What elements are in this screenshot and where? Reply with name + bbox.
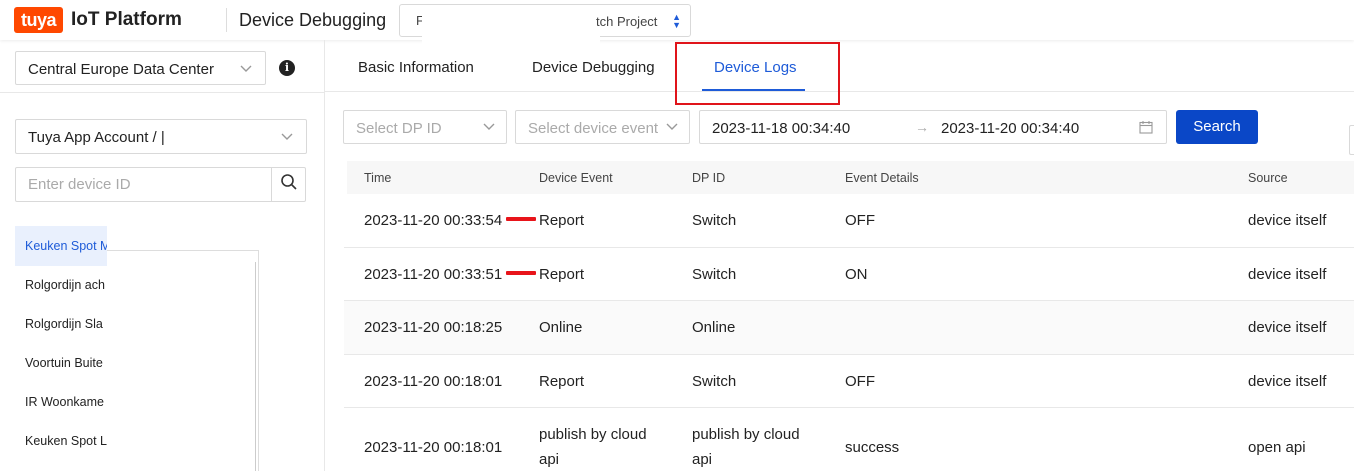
table-row[interactable]: 2023-11-20 00:18:01 Report Switch OFF de… [344,355,1354,408]
highlight-annotation [675,42,840,105]
account-select[interactable]: Tuya App Account / | [15,119,307,154]
chevron-down-icon [280,129,294,146]
column-header-source: Source [1248,171,1288,185]
logo-text: IoT Platform [71,9,182,30]
end-time[interactable]: 2023-11-20 00:34:40 [941,120,1079,137]
device-list: Keuken Spot M Rolgordijn ach Rolgordijn … [15,226,107,461]
cell-event: Report [539,373,585,390]
device-item[interactable]: IR Woonkame [15,383,107,422]
data-center-value: Central Europe Data Center [28,61,214,78]
device-item[interactable]: Rolgordijn Sla [15,305,107,344]
redaction-mark [506,271,536,275]
date-range-picker[interactable]: 2023-11-18 00:34:40 → 2023-11-20 00:34:4… [699,110,1167,144]
device-item[interactable]: Rolgordijn ach [15,266,107,305]
device-item[interactable]: Keuken Spot M [15,226,107,266]
cell-time: 2023-11-20 00:33:54 [364,212,503,229]
cell-source: device itself [1248,212,1327,229]
cell-event: publish by cloud api [539,426,647,468]
logo-brand: tuya [14,7,64,33]
table-row[interactable]: 2023-11-20 00:33:54 Report Switch OFF de… [344,194,1354,248]
table-row[interactable]: 2023-11-20 00:18:01 publish by cloud api… [344,408,1354,471]
sidebar-border [324,40,325,471]
table-row[interactable]: 2023-11-20 00:33:51 Report Switch ON dev… [344,248,1354,301]
edge-button[interactable] [1349,125,1354,155]
redaction-mask [422,5,600,49]
search-button[interactable]: Search [1176,110,1258,144]
sidebar-divider [0,92,324,93]
start-time[interactable]: 2023-11-18 00:34:40 [712,120,850,137]
arrow-right-icon: → [915,119,929,135]
project-select-value: tch Project [596,14,658,29]
cell-dp-id: Online [692,319,736,336]
device-list-scrollbar[interactable] [255,262,256,471]
table-row[interactable]: 2023-11-20 00:18:25 Online Online device… [344,301,1354,355]
device-item[interactable]: Voortuin Buite [15,344,107,383]
account-select-value: Tuya App Account / | [28,129,165,146]
search-icon [280,173,298,196]
tab-basic-information[interactable]: Basic Information [358,59,474,76]
column-header-time: Time [364,171,392,185]
table-header: Time Device Event DP ID Event Details So… [347,161,1354,194]
cell-event: Report [539,266,585,283]
device-event-placeholder: Select device event [528,120,659,137]
page-title: Device Debugging [239,10,387,30]
cell-time: 2023-11-20 00:18:01 [364,373,503,390]
column-header-device-event: Device Event [539,171,613,185]
chevron-down-icon [239,61,253,78]
column-header-event-details: Event Details [845,171,919,185]
sort-arrows-icon: ▲ ▼ [672,12,681,30]
cell-time: 2023-11-20 00:33:51 [364,266,503,283]
dp-id-select[interactable]: Select DP ID [343,110,507,144]
device-event-select[interactable]: Select device event [515,110,690,144]
cell-dp-id: Switch [692,266,737,283]
device-id-input[interactable] [16,168,272,201]
chevron-down-icon [482,119,496,136]
cell-time: 2023-11-20 00:18:25 [364,319,503,336]
cell-dp-id: Switch [692,373,737,390]
top-bar: tuya IoT Platform Device Debugging F tch… [0,0,1354,49]
project-select[interactable]: F tch Project ▲ ▼ [399,4,691,49]
device-item[interactable]: Keuken Spot L [15,422,107,461]
data-center-select[interactable]: Central Europe Data Center [15,51,266,85]
search-button[interactable] [271,168,305,201]
header-divider [226,8,227,32]
tab-device-debugging[interactable]: Device Debugging [532,59,655,76]
chevron-down-icon [665,119,679,136]
cell-details: OFF [845,212,875,229]
redaction-mask [182,121,282,152]
cell-details: success [845,439,900,456]
cell-details: OFF [845,373,875,390]
tuya-logo[interactable]: tuya IoT Platform [14,7,182,33]
cell-time: 2023-11-20 00:18:01 [364,439,503,456]
info-icon[interactable]: i [279,60,295,76]
cell-dp-id: Switch [692,212,737,229]
cell-source: device itself [1248,266,1327,283]
dp-id-placeholder: Select DP ID [356,120,442,137]
cell-event: Report [539,212,585,229]
cell-source: open api [1248,439,1306,456]
cell-source: device itself [1248,319,1327,336]
cell-dp-id: publish by cloud api [692,426,800,468]
device-list-frame [107,250,259,471]
cell-source: device itself [1248,373,1327,390]
calendar-icon [1139,120,1153,138]
cell-event: Online [539,319,583,336]
cell-details: ON [845,266,868,283]
redaction-mark [506,217,536,221]
column-header-dp-id: DP ID [692,171,726,185]
device-id-search [15,167,306,202]
